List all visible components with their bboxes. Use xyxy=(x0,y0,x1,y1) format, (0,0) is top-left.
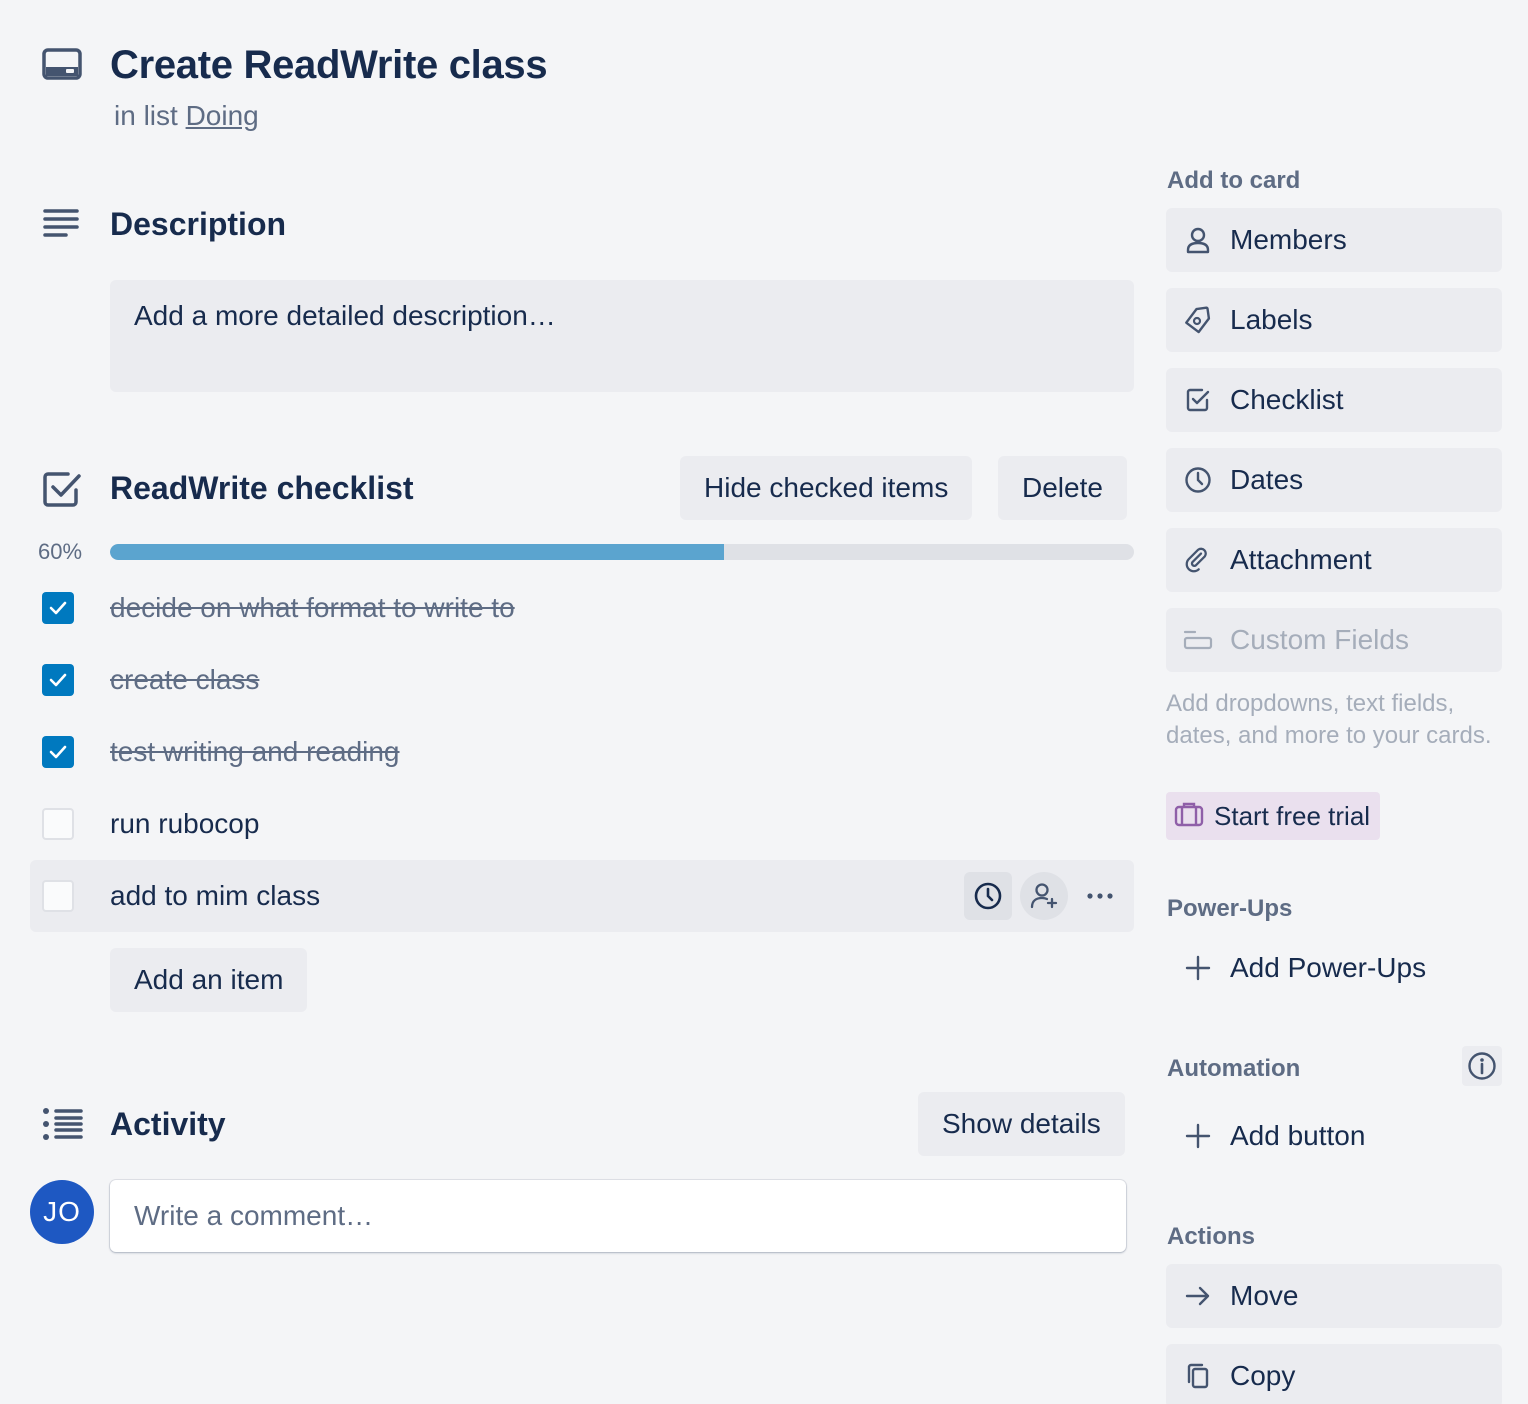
attachment-label: Attachment xyxy=(1230,544,1372,575)
checklist-item-text[interactable]: run rubocop xyxy=(110,804,259,844)
briefcase-icon xyxy=(1174,801,1204,832)
copy-label: Copy xyxy=(1230,1360,1296,1391)
info-icon[interactable] xyxy=(1462,1046,1502,1086)
checklist-item[interactable]: run rubocop xyxy=(30,788,1134,860)
description-heading: Description xyxy=(110,206,287,242)
add-powerups-button[interactable]: Add Power-Ups xyxy=(1166,936,1502,1000)
checkbox-checked[interactable] xyxy=(42,664,74,696)
checklist-item[interactable]: add to mim class xyxy=(30,860,1134,932)
list-location: in list Doing xyxy=(114,98,259,134)
checkbox-checked[interactable] xyxy=(42,592,74,624)
copy-icon xyxy=(1166,1362,1230,1390)
assign-member-icon[interactable] xyxy=(1020,872,1068,920)
person-icon xyxy=(1166,226,1230,254)
checklist-item-text[interactable]: test writing and reading xyxy=(110,732,400,772)
due-date-clock-icon[interactable] xyxy=(964,872,1012,920)
tag-icon xyxy=(1166,306,1230,334)
checklist-title[interactable]: ReadWrite checklist xyxy=(110,468,414,508)
hide-checked-items-button[interactable]: Hide checked items xyxy=(680,456,973,520)
progress-percent: 60% xyxy=(38,539,83,564)
labels-label: Labels xyxy=(1230,304,1313,335)
move-label: Move xyxy=(1230,1280,1299,1311)
paperclip-icon xyxy=(1166,546,1230,574)
start-free-trial-button[interactable]: Start free trial xyxy=(1166,792,1381,840)
description-icon xyxy=(42,208,80,240)
labels-button[interactable]: Labels xyxy=(1166,288,1502,352)
members-label: Members xyxy=(1230,224,1347,255)
list-link[interactable]: Doing xyxy=(186,100,259,131)
delete-checklist-button[interactable]: Delete xyxy=(998,456,1127,520)
show-details-button[interactable]: Show details xyxy=(918,1092,1125,1156)
checklist-item[interactable]: test writing and reading xyxy=(30,716,1134,788)
dates-label: Dates xyxy=(1230,464,1304,495)
arrow-right-icon xyxy=(1166,1282,1230,1310)
checklist-item-text[interactable]: decide on what format to write to xyxy=(110,588,515,628)
checklist-item-text[interactable]: add to mim class xyxy=(110,876,320,916)
checklist-item[interactable]: create class xyxy=(30,644,1134,716)
custom-fields-button: Custom Fields xyxy=(1166,608,1502,672)
plus-icon xyxy=(1166,954,1230,982)
checkbox-icon xyxy=(1166,386,1230,414)
clock-icon xyxy=(1166,466,1230,494)
actions-heading: Actions xyxy=(1167,1223,1256,1250)
add-powerups-label: Add Power-Ups xyxy=(1230,952,1427,983)
powerups-heading: Power-Ups xyxy=(1167,895,1293,922)
activity-heading: Activity xyxy=(110,1106,226,1142)
add-automation-button[interactable]: Add button xyxy=(1166,1104,1502,1168)
checkbox-checked[interactable] xyxy=(42,736,74,768)
checklist-icon xyxy=(42,470,82,508)
start-free-trial-label: Start free trial xyxy=(1214,800,1371,831)
checklist-label: Checklist xyxy=(1230,384,1344,415)
progress-bar xyxy=(110,544,1134,560)
move-button[interactable]: Move xyxy=(1166,1264,1502,1328)
attachment-button[interactable]: Attachment xyxy=(1166,528,1502,592)
custom-fields-hint: Add dropdowns, text fields, dates, and m… xyxy=(1166,690,1492,749)
progress-fill xyxy=(110,544,725,560)
members-button[interactable]: Members xyxy=(1166,208,1502,272)
card-title[interactable]: Create ReadWrite class xyxy=(110,40,548,90)
checklist-button[interactable]: Checklist xyxy=(1166,368,1502,432)
comment-input[interactable]: Write a comment… xyxy=(110,1180,1126,1252)
add-to-card-heading: Add to card xyxy=(1167,167,1301,194)
checkbox-unchecked[interactable] xyxy=(42,808,74,840)
plus-icon xyxy=(1166,1122,1230,1150)
description-editor[interactable]: Add a more detailed description… xyxy=(110,280,1134,392)
custom-fields-icon xyxy=(1166,629,1230,651)
avatar[interactable]: JO xyxy=(30,1180,94,1244)
copy-button[interactable]: Copy xyxy=(1166,1344,1502,1404)
add-item-button[interactable]: Add an item xyxy=(110,948,308,1012)
checkbox-unchecked[interactable] xyxy=(42,880,74,912)
custom-fields-label: Custom Fields xyxy=(1230,624,1409,655)
dates-button[interactable]: Dates xyxy=(1166,448,1502,512)
checklist-item-text[interactable]: create class xyxy=(110,660,259,700)
add-button-label: Add button xyxy=(1230,1120,1366,1151)
card-icon xyxy=(42,48,82,82)
in-list-prefix: in list xyxy=(114,100,178,131)
activity-icon xyxy=(42,1108,84,1140)
automation-heading: Automation xyxy=(1167,1055,1301,1082)
checklist-item[interactable]: decide on what format to write to xyxy=(30,572,1134,644)
more-actions-icon[interactable] xyxy=(1076,872,1124,920)
